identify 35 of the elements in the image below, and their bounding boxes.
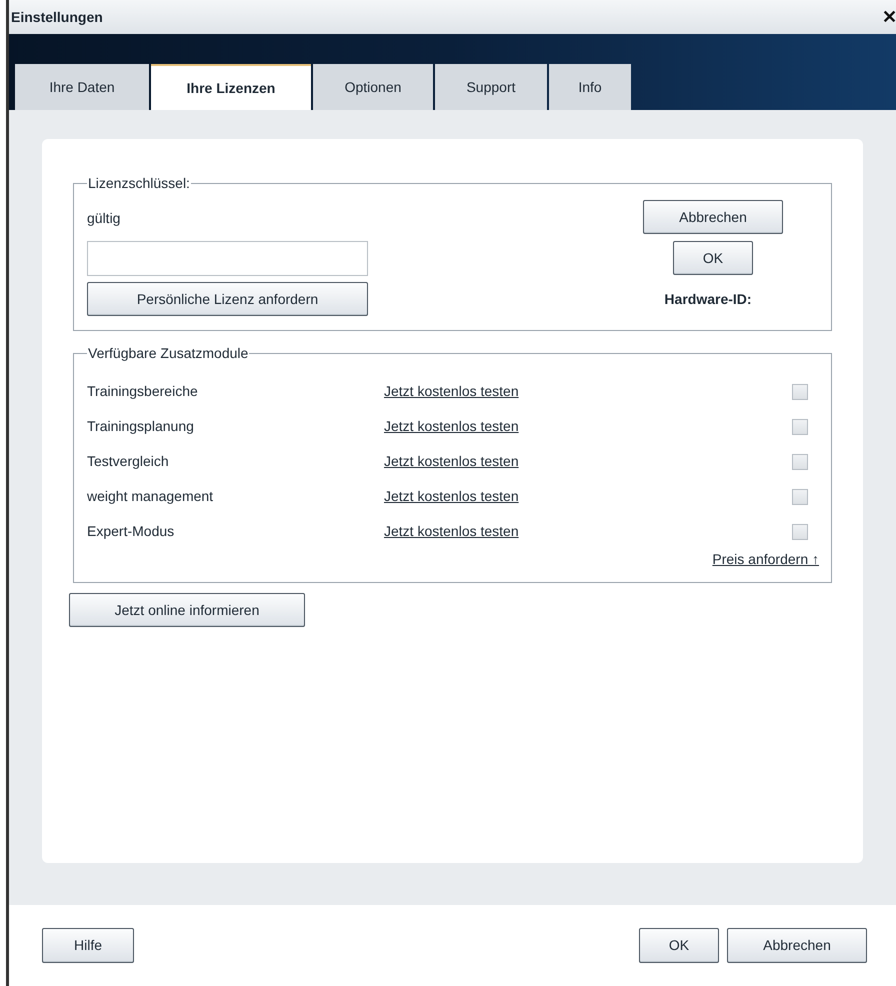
trial-link[interactable]: Jetzt kostenlos testen — [384, 451, 519, 472]
help-button[interactable]: Hilfe — [42, 928, 134, 963]
tab[interactable]: Optionen — [313, 64, 433, 110]
tab[interactable]: Ihre Daten — [15, 64, 149, 110]
module-checkbox[interactable] — [792, 418, 808, 434]
tab[interactable]: Info — [549, 64, 631, 110]
module-checkbox[interactable] — [792, 454, 808, 470]
close-button[interactable]: ✕ — [882, 8, 896, 26]
trial-link[interactable]: Jetzt kostenlos testen — [384, 416, 519, 437]
cancel-button[interactable]: Abbrechen — [643, 200, 783, 234]
price-link[interactable]: Preis anfordern ↑ — [712, 549, 819, 570]
request-license-button[interactable]: Persönliche Lizenz anfordern — [87, 282, 368, 316]
module-checkbox[interactable] — [792, 524, 808, 540]
module-name: Trainingsplanung — [87, 417, 195, 436]
module-name: weight management — [87, 487, 214, 506]
window-title: Einstellungen — [11, 8, 103, 27]
module-checkbox[interactable] — [792, 384, 808, 400]
tab[interactable]: Support — [435, 64, 547, 110]
hardware-id-label: Hardware-ID: — [664, 290, 752, 309]
module-name: Testvergleich — [87, 452, 170, 471]
info-button[interactable]: Jetzt online informieren — [69, 593, 305, 627]
trial-link[interactable]: Jetzt kostenlos testen — [384, 521, 519, 542]
cancel-button[interactable]: Abbrechen — [727, 928, 867, 963]
ok-button[interactable]: OK — [673, 241, 753, 275]
license-key-field[interactable] — [87, 241, 368, 276]
module-name: Expert-Modus — [87, 522, 176, 541]
module-checkbox[interactable] — [792, 488, 808, 504]
trial-link[interactable]: Jetzt kostenlos testen — [384, 381, 519, 402]
tab[interactable]: Ihre Lizenzen — [151, 64, 311, 110]
group-legend: Lizenzschlüssel: — [87, 173, 191, 194]
group-legend: Verfügbare Zusatzmodule — [87, 343, 250, 364]
ok-button[interactable]: OK — [639, 928, 719, 963]
license-status: gültig — [87, 209, 122, 228]
trial-link[interactable]: Jetzt kostenlos testen — [384, 486, 519, 507]
module-name: Trainingsbereiche — [87, 382, 199, 401]
